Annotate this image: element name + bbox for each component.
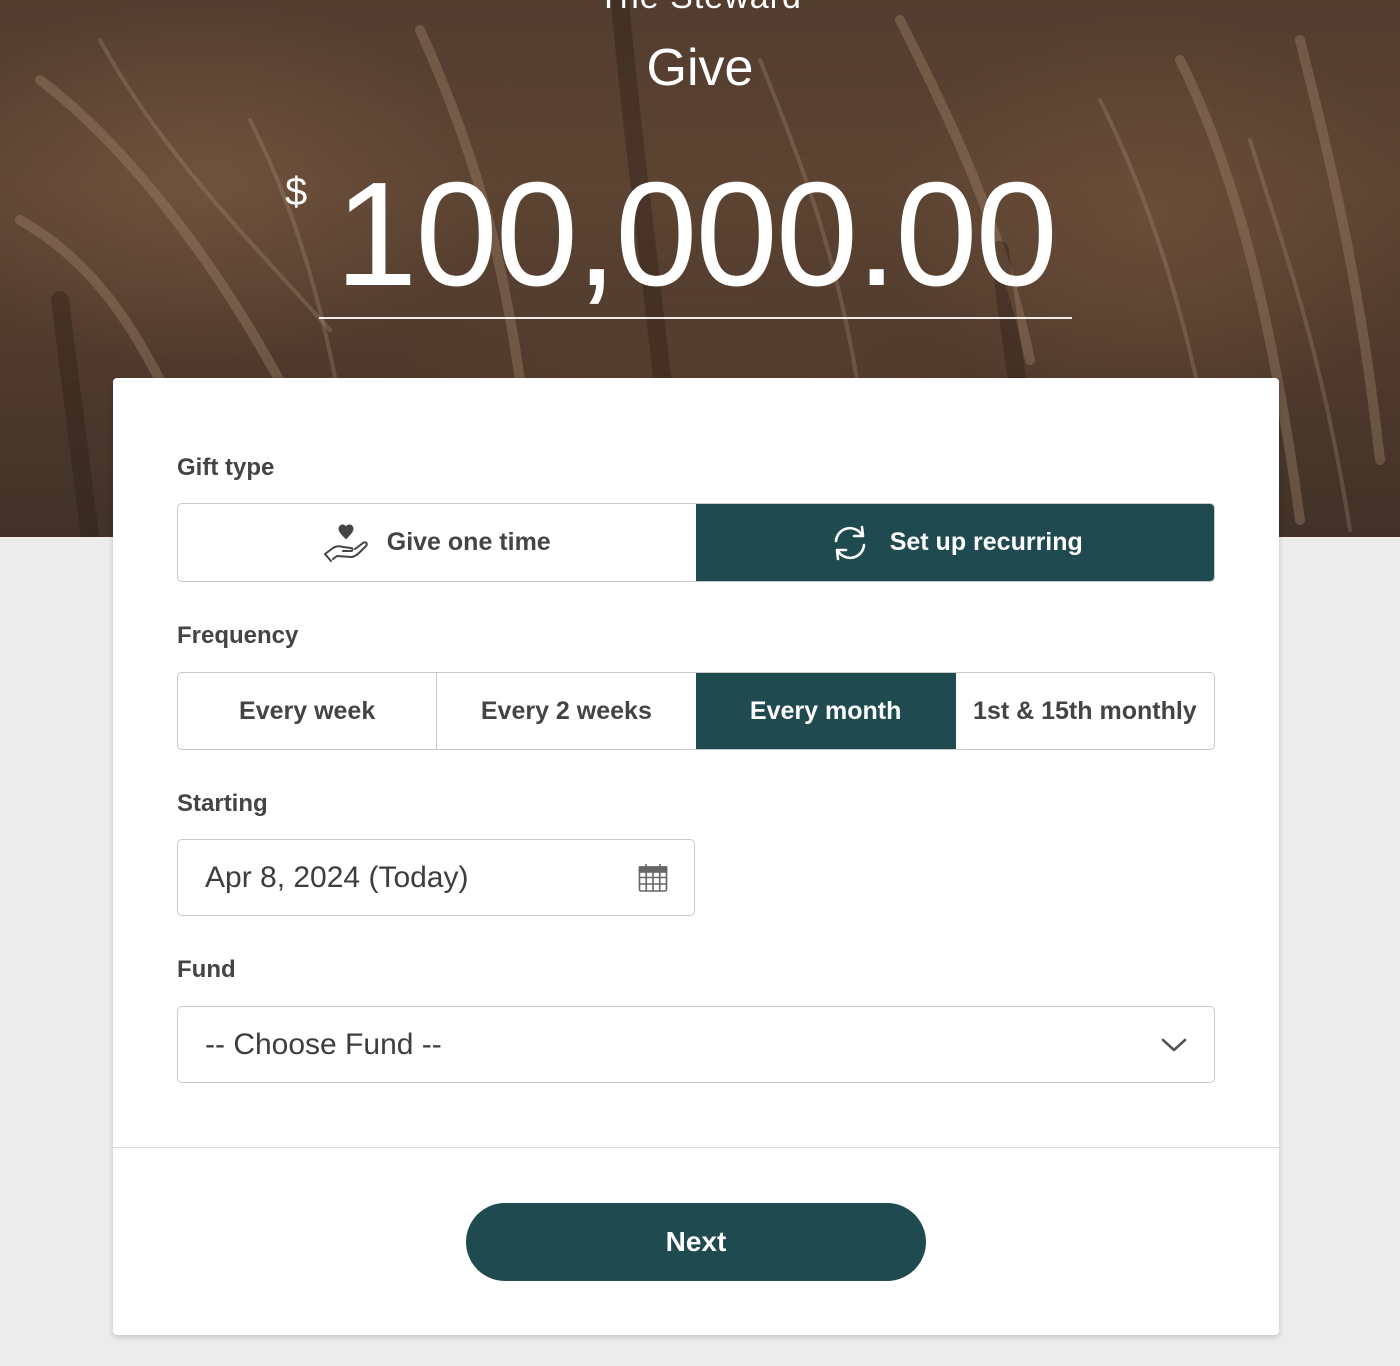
frequency-selector: Every week Every 2 weeks Every month 1st… [177, 672, 1215, 750]
frequency-every-2-weeks-option[interactable]: Every 2 weeks [436, 673, 695, 749]
hand-heart-icon [323, 523, 369, 562]
organization-name: The Steward [0, 0, 1400, 17]
page-title: Give [646, 39, 754, 97]
gift-type-selector: Give one time Set up recurring [177, 503, 1215, 582]
start-date-value: Apr 8, 2024 (Today) [205, 860, 469, 894]
start-date-input[interactable]: Apr 8, 2024 (Today) [177, 839, 695, 916]
set-up-recurring-label: Set up recurring [889, 528, 1083, 556]
amount-value: 100,000.00 [335, 152, 1058, 317]
give-one-time-label: Give one time [386, 528, 551, 556]
starting-label: Starting [177, 790, 268, 817]
fund-label: Fund [177, 956, 236, 983]
fund-select-value: -- Choose Fund -- [205, 1027, 442, 1061]
next-button[interactable]: Next [466, 1203, 926, 1281]
form-divider [113, 1147, 1279, 1148]
calendar-icon[interactable] [638, 863, 668, 893]
frequency-every-month-option[interactable]: Every month [695, 673, 955, 749]
set-up-recurring-option[interactable]: Set up recurring [695, 504, 1214, 581]
gift-type-label: Gift type [177, 454, 275, 481]
fund-select[interactable]: -- Choose Fund -- [177, 1006, 1215, 1083]
frequency-label: Frequency [177, 622, 299, 649]
frequency-1st-15th-monthly-option[interactable]: 1st & 15th monthly [954, 673, 1214, 749]
amount-input[interactable]: $ 100,000.00 [285, 152, 1072, 319]
give-one-time-option[interactable]: Give one time [178, 504, 696, 581]
currency-symbol: $ [285, 170, 308, 214]
refresh-icon [828, 523, 872, 563]
frequency-every-week-option[interactable]: Every week [178, 673, 436, 749]
give-form-card: Gift type Give one time Set up recurring… [113, 378, 1279, 1335]
chevron-down-icon [1160, 1036, 1188, 1054]
